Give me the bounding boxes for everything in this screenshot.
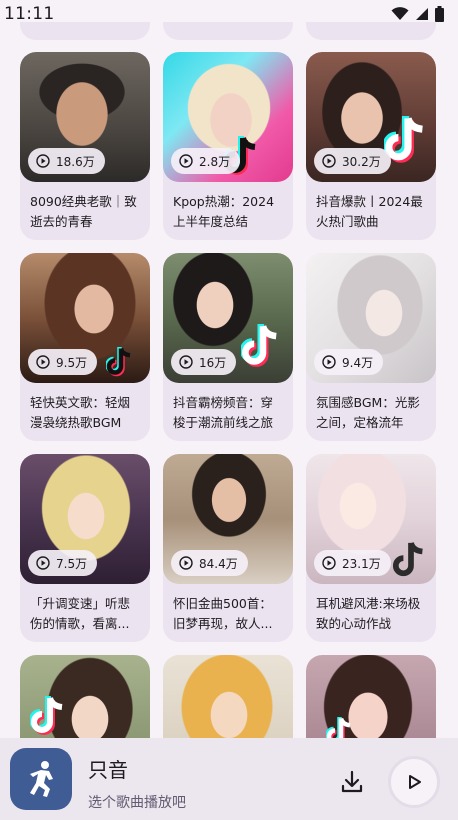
play-count: 16万 — [199, 355, 227, 370]
download-icon[interactable] — [338, 768, 366, 796]
playlist-title: 怀旧金曲500首：旧梦再现，故人... — [173, 596, 273, 631]
playlist-card[interactable]: 9.4万 氛围感BGM：光影之间，定格流年 — [306, 253, 436, 441]
playlist-card[interactable]: 2.8万 Kpop热潮：2024上半年度总结 — [163, 52, 293, 240]
play-circle-icon — [322, 154, 336, 168]
playlist-title: 抖音爆款丨2024最火热门歌曲 — [316, 194, 423, 229]
play-count-badge: 18.6万 — [28, 148, 105, 174]
play-circle-icon — [36, 556, 50, 570]
play-count-badge: 16万 — [171, 349, 237, 375]
status-bar: 11:11 — [0, 0, 458, 28]
play-count-badge: 23.1万 — [314, 550, 391, 576]
wifi-icon — [391, 7, 409, 20]
playlist-card[interactable]: 18.6万 8090经典老歌｜致逝去的青春 — [20, 52, 150, 240]
playlist-cover: 9.4万 — [306, 253, 436, 383]
play-count: 84.4万 — [199, 556, 238, 571]
play-count-badge: 7.5万 — [28, 550, 98, 576]
playlist-card[interactable] — [306, 655, 436, 738]
playlist-cover: 2.8万 — [163, 52, 293, 182]
playlist-card[interactable]: 23.1万 耳机避风港:来场极致的心动作战 — [306, 454, 436, 642]
play-count: 9.5万 — [56, 355, 88, 370]
playlist-card[interactable]: 30.2万 抖音爆款丨2024最火热门歌曲 — [306, 52, 436, 240]
playlist-cover: 18.6万 — [20, 52, 150, 182]
playlist-cover: 16万 — [163, 253, 293, 383]
tiktok-logo-icon — [241, 324, 277, 367]
play-circle-icon — [179, 154, 193, 168]
play-icon — [409, 775, 421, 789]
playlist-cover: 7.5万 — [20, 454, 150, 584]
play-circle-icon — [322, 556, 336, 570]
playlist-title: Kpop热潮：2024上半年度总结 — [173, 194, 275, 229]
play-circle-icon — [179, 355, 193, 369]
playlist-title: 耳机避风港:来场极致的心动作战 — [316, 596, 421, 631]
playlist-grid: 18.6万 8090经典老歌｜致逝去的青春 2.8万 Kpop热潮：2024上半… — [0, 0, 458, 738]
play-count-badge: 9.5万 — [28, 349, 98, 375]
tiktok-logo-icon — [384, 115, 423, 163]
playlist-card[interactable]: 16万 抖音霸榜频音：穿梭于潮流前线之旅 — [163, 253, 293, 441]
play-button[interactable] — [388, 756, 440, 808]
play-count: 23.1万 — [342, 556, 381, 571]
status-time: 11:11 — [4, 4, 55, 24]
playlist-card[interactable]: 7.5万 「升调变速」听悲伤的情歌，看离... — [20, 454, 150, 642]
play-circle-icon — [322, 355, 336, 369]
play-count-badge: 84.4万 — [171, 550, 248, 576]
tiktok-logo-icon — [30, 696, 63, 735]
play-count: 2.8万 — [199, 154, 231, 169]
status-icons — [391, 6, 444, 22]
dancer-logo-icon — [30, 761, 53, 797]
mini-player[interactable]: 只音 选个歌曲播放吧 — [0, 738, 458, 820]
player-subtitle: 选个歌曲播放吧 — [88, 795, 186, 811]
play-count: 9.4万 — [342, 355, 374, 370]
play-circle-icon — [179, 556, 193, 570]
playlist-title: 8090经典老歌｜致逝去的青春 — [30, 194, 137, 229]
playlist-card[interactable] — [20, 655, 150, 738]
cellular-signal-icon — [416, 8, 428, 20]
playlist-cover: 9.5万 — [20, 253, 150, 383]
playlist-cover — [163, 655, 293, 738]
tiktok-logo-icon — [326, 717, 351, 738]
playlist-card[interactable]: 9.5万 轻快英文歌：轻烟漫袅绕热歌BGM — [20, 253, 150, 441]
playlist-card[interactable] — [163, 655, 293, 738]
playlist-cover: 23.1万 — [306, 454, 436, 584]
playlist-title: 抖音霸榜频音：穿梭于潮流前线之旅 — [173, 395, 274, 430]
play-count: 30.2万 — [342, 154, 381, 169]
tiktok-logo-icon — [392, 542, 423, 577]
player-artwork[interactable] — [10, 748, 72, 810]
playlist-cover — [20, 655, 150, 738]
battery-icon — [435, 6, 444, 22]
playlist-cover — [306, 655, 436, 738]
play-count-badge: 9.4万 — [314, 349, 384, 375]
play-circle-icon — [36, 355, 50, 369]
playlist-card[interactable]: 84.4万 怀旧金曲500首：旧梦再现，故人... — [163, 454, 293, 642]
play-count: 18.6万 — [56, 154, 95, 169]
playlist-title: 「升调变速」听悲伤的情歌，看离... — [30, 596, 131, 631]
play-count-badge: 2.8万 — [171, 148, 241, 174]
playlist-cover: 84.4万 — [163, 454, 293, 584]
play-count: 7.5万 — [56, 556, 88, 571]
playlist-title: 氛围感BGM：光影之间，定格流年 — [316, 395, 420, 430]
play-count-badge: 30.2万 — [314, 148, 391, 174]
player-title: 只音 — [88, 758, 128, 782]
playlist-title: 轻快英文歌：轻烟漫袅绕热歌BGM — [30, 395, 131, 430]
play-circle-icon — [36, 154, 50, 168]
tiktok-logo-icon — [106, 347, 131, 377]
playlist-cover: 30.2万 — [306, 52, 436, 182]
